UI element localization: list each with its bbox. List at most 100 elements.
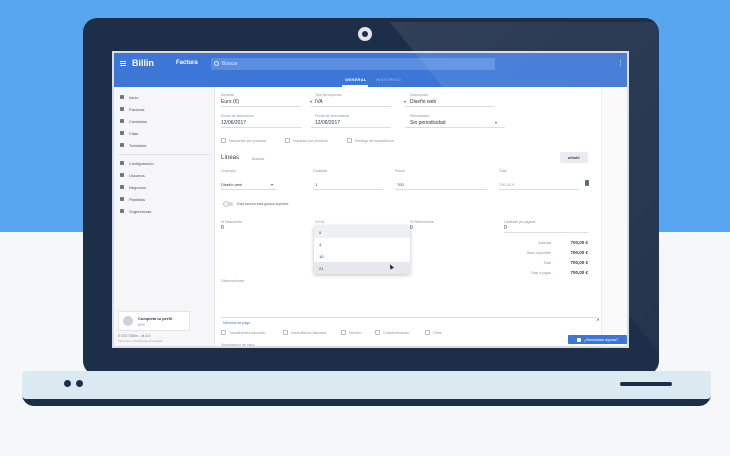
laptop-slot xyxy=(620,382,672,386)
iva-option[interactable]: 10 xyxy=(314,250,410,262)
laptop-light-icon xyxy=(76,380,83,387)
gear-icon xyxy=(120,161,124,165)
payment-methods-title: Métodos de pago xyxy=(223,321,251,325)
sidebar-item-usuarios[interactable]: Usuarios xyxy=(120,171,145,179)
cantidad-pagada-label: Cantidad ya pagada xyxy=(504,220,536,224)
sidebar-item-tutoriales[interactable]: Tutoriales xyxy=(120,141,146,149)
page-title: Factura xyxy=(176,60,198,66)
checkbox-impuesto[interactable]: Impuesto por producto xyxy=(285,138,328,143)
checkbox-descuento[interactable]: Descuento por producto xyxy=(221,138,266,143)
base-imponible-label: Base imponible xyxy=(527,251,551,255)
payment-contrarrembolso[interactable]: Contrarrembolso xyxy=(375,330,409,335)
chevron-down-icon: ▾ xyxy=(310,99,313,104)
precio-field[interactable]: 700 xyxy=(397,182,404,187)
lines-title: Líneas xyxy=(221,155,240,161)
lines-search[interactable]: Buscar xyxy=(252,156,264,161)
gastos-suplidos-toggle[interactable] xyxy=(223,201,233,207)
payment-otros[interactable]: Otros xyxy=(425,330,442,335)
cantidad-pagada-field[interactable]: 0 xyxy=(504,225,507,231)
fecha-vencimiento-field[interactable]: 12/06/2017 xyxy=(315,120,340,126)
descripcion-select[interactable]: Diseño web xyxy=(410,99,436,105)
checkbox-label: Efectivo xyxy=(349,330,362,335)
help-icon xyxy=(576,337,581,342)
sidebar-item-label: Tutoriales xyxy=(129,142,147,148)
tab-historico[interactable]: HISTÓRICO xyxy=(376,77,401,82)
help-button[interactable]: ¿Necesitas ayuda? xyxy=(568,335,627,344)
moneda-select[interactable]: Euro (€) xyxy=(221,99,239,105)
sidebar-item-citas[interactable]: Citas xyxy=(120,129,138,137)
sidebar-item-contactos[interactable]: Contactos xyxy=(120,117,147,125)
cantidad-field[interactable]: 1 xyxy=(315,182,317,187)
sidebar-item-plantillas[interactable]: Plantillas xyxy=(120,195,145,203)
checkbox-box xyxy=(375,330,380,335)
checkbox-label: Descuento por producto xyxy=(229,138,267,143)
payment-efectivo[interactable]: Efectivo xyxy=(341,330,361,335)
tab-general[interactable]: GENERAL xyxy=(345,77,367,82)
impuesto-select[interactable]: IVA xyxy=(315,99,323,105)
avatar xyxy=(123,316,133,326)
chevron-down-icon: ▾ xyxy=(271,182,274,187)
column-header: Precio xyxy=(395,169,405,173)
field-underline xyxy=(395,189,487,190)
sidebar-item-label: Citas xyxy=(129,130,139,136)
footer-links[interactable]: Términos y Política de privacidad xyxy=(118,339,162,343)
sidebar-item-label: Facturas xyxy=(129,106,145,112)
sidebar-item-negocios[interactable]: Negocios xyxy=(120,183,146,191)
fecha-facturacion-label: Fecha de facturación xyxy=(221,114,254,118)
sidebar-item-label: Negocios xyxy=(129,184,146,190)
app-logo: Billin xyxy=(132,58,154,68)
home-icon xyxy=(120,95,124,99)
sidebar-divider xyxy=(118,154,210,155)
field-underline xyxy=(221,127,301,128)
iva-option[interactable]: 21 xyxy=(314,262,410,274)
complete-profile-card[interactable]: Completa tu perfil 80% xyxy=(118,311,190,331)
retenciones-field[interactable]: 0 xyxy=(410,225,413,231)
copyright: © 2017 Billin - v4.0.0 xyxy=(118,334,151,338)
field-underline xyxy=(311,106,391,107)
payment-domiciliacion[interactable]: Domiciliación bancaria xyxy=(283,330,326,335)
checkbox-box xyxy=(221,330,226,335)
column-header: Total xyxy=(499,169,507,173)
periodicidad-select[interactable]: Sin periodicidad xyxy=(410,120,446,126)
search-input[interactable]: Buscar xyxy=(211,58,495,70)
sidebar-item-inicio[interactable]: Inicio xyxy=(120,93,138,101)
menu-icon[interactable] xyxy=(120,61,126,66)
chevron-down-icon: ▾ xyxy=(495,120,498,125)
trash-icon[interactable] xyxy=(585,180,589,186)
iva-option[interactable]: 4 xyxy=(314,238,410,250)
checkbox-label: Contrarrembolso xyxy=(383,330,410,335)
checkbox-label: Otros xyxy=(433,330,442,335)
app-header: Billin Factura Buscar ⋮ xyxy=(114,53,627,75)
help-label: ¿Necesitas ayuda? xyxy=(583,337,619,342)
checkbox-box xyxy=(347,138,352,143)
calendar-icon xyxy=(120,131,124,135)
field-underline xyxy=(504,232,588,233)
concepto-field[interactable]: Diseño web xyxy=(221,182,242,187)
descuento-field[interactable]: 0 xyxy=(221,225,224,231)
checkbox-label: Transferencia bancaria xyxy=(229,330,265,335)
laptop-base xyxy=(22,371,711,399)
more-options-icon[interactable]: ⋮ xyxy=(617,60,624,67)
sidebar-item-configuracion[interactable]: Configuración xyxy=(120,159,154,167)
descuento-label: % Descuento xyxy=(221,220,242,224)
field-underline xyxy=(221,189,277,190)
laptop-light-icon xyxy=(64,380,71,387)
sidebar-item-label: Inicio xyxy=(129,94,139,100)
payment-transferencia[interactable]: Transferencia bancaria xyxy=(221,330,265,335)
invoice-form: Moneda Euro (€) Tipo de impuesto ▾ IVA D… xyxy=(215,87,601,346)
checkbox-box xyxy=(283,330,288,335)
resize-handle-icon[interactable]: ◢ xyxy=(596,316,599,321)
iva-option[interactable]: 0 xyxy=(314,226,410,238)
add-line-button[interactable]: añadir xyxy=(560,152,588,163)
checkbox-box xyxy=(425,330,430,335)
sidebar-item-facturas[interactable]: Facturas xyxy=(120,105,145,113)
field-underline xyxy=(313,189,383,190)
search-icon xyxy=(214,61,219,66)
checkbox-recargo[interactable]: Recargo de equivalencia xyxy=(347,138,394,143)
retenciones-label: % Retenciones xyxy=(410,220,434,224)
field-underline xyxy=(311,127,391,128)
profile-title: Completa tu perfil xyxy=(138,316,173,321)
sidebar-item-sugerencias[interactable]: Sugerencias xyxy=(120,207,151,215)
fecha-facturacion-field[interactable]: 12/06/2017 xyxy=(221,120,246,126)
total-a-pagar-label: Total a pagar xyxy=(530,271,551,275)
